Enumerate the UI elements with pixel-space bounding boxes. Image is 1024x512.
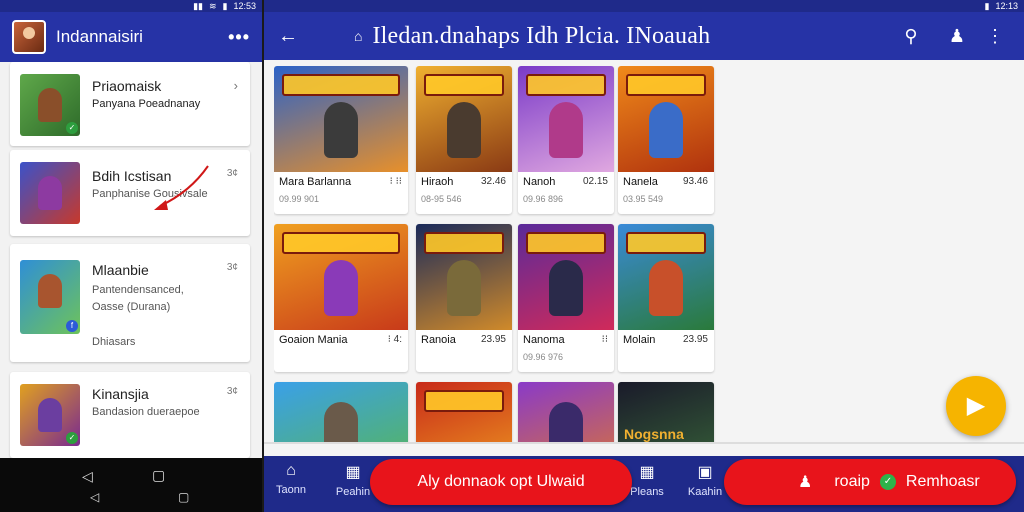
game-title: Nanoh [523, 176, 556, 188]
status-bar-left: ▮▮ ≋ ▮ 12:53 [0, 0, 262, 12]
list-item[interactable]: f Mlaanbie Pantendensanced, Oasse (Duran… [10, 244, 250, 362]
list-item-meta: 3¢ [226, 386, 238, 397]
more-horizontal-icon[interactable]: ••• [228, 27, 250, 48]
game-title: Molain [623, 334, 656, 346]
game-value: 93.46 [682, 176, 708, 187]
game-value: 23.95 [480, 334, 506, 345]
game-card[interactable] [416, 382, 512, 442]
list-item-meta: 3¢ [226, 168, 238, 179]
list-item-extra: Dhiasars [92, 336, 136, 348]
list-item-subtitle: Bandasion dueraepoe [92, 406, 200, 418]
check-badge-icon: ✓ [66, 122, 78, 134]
nav-back-icon[interactable]: ◁ [82, 468, 93, 485]
chevron-right-icon[interactable]: › [234, 78, 238, 93]
signal-icon: ▮▮ [193, 0, 203, 11]
game-card[interactable] [274, 382, 408, 442]
left-pane: ▮▮ ≋ ▮ 12:53 Indannaisiri ••• ✓ Priaomai… [0, 0, 262, 512]
game-value: 23.95 [682, 334, 708, 345]
list-item-subtitle: Panyana Poeadnanay [92, 98, 201, 110]
status-bar-right: ▮ 12:13 [264, 0, 1024, 12]
library-icon: ▣ [697, 464, 713, 481]
game-grid: Mara Barlanna ⁝ ⁝⁝ 09.99 901 Hiraoh 32.4… [274, 66, 724, 442]
left-title: Indannaisiri [56, 27, 143, 46]
check-badge-icon: ✓ [66, 432, 78, 444]
facebook-badge-icon: f [66, 320, 78, 332]
list-item-subtitle: Pantendensanced, Oasse (Durana) [92, 284, 184, 313]
home-icon: ⌂ [286, 462, 296, 479]
back-icon[interactable]: ← [278, 25, 308, 48]
game-thumbnail: ✓ [20, 74, 80, 136]
game-title: Nanela [623, 176, 658, 188]
game-title: Hiraoh [421, 176, 454, 188]
list-item-title: Priaomaisk [92, 78, 162, 94]
page-title: Iledan.dnahaps Idh Plcia. INoauah [372, 22, 711, 49]
game-value: ⁝ 4: [387, 334, 402, 345]
clock-right: 12:13 [995, 1, 1018, 11]
nav-recents-icon[interactable]: ▢ [152, 467, 165, 484]
search-icon[interactable]: ⚲ [888, 26, 934, 47]
action-pill-left[interactable]: Aly donnaok opt Ulwaid [370, 459, 632, 505]
annotation-arrow-icon [154, 165, 209, 210]
game-card[interactable]: Nanoh 02.15 09.96 896 [518, 66, 614, 214]
nav-label: Kaahin [687, 486, 723, 498]
game-card[interactable]: Molain 23.95 [618, 224, 714, 372]
game-value: 02.15 [582, 176, 608, 187]
play-fab-button[interactable]: ▶ [946, 376, 1006, 436]
game-title: Nanoma [523, 334, 565, 346]
divider [264, 442, 1024, 444]
game-value: ⁝ ⁝⁝ [389, 176, 402, 187]
game-card[interactable]: Nanela 93.46 03.95 549 [618, 66, 714, 214]
list-item-title: Kinansjia [92, 386, 149, 402]
system-nav-bar: ◁ ▢ ◁ ▢ [0, 458, 262, 512]
battery-icon: ▮ [222, 0, 228, 11]
lock-icon: ⌂ [354, 28, 363, 44]
pill-label: roaip [834, 473, 870, 490]
list-item[interactable]: ✓ Kinansjia Bandasion dueraepoe 3¢ [10, 372, 250, 458]
game-sub: 08-95 546 [421, 194, 462, 204]
game-card[interactable]: Nanoma ⁝⁝ 09.96 976 [518, 224, 614, 372]
game-card[interactable]: Hiraoh 32.46 08-95 546 [416, 66, 512, 214]
game-art-title: Nogsnna [624, 426, 684, 442]
bell-icon[interactable]: ♟ [934, 26, 980, 47]
game-card[interactable] [518, 382, 614, 442]
game-sub: 09.96 896 [523, 194, 564, 204]
nav-back-small-icon[interactable]: ◁ [90, 490, 99, 504]
nav-library[interactable]: ▣ Kaahin [680, 462, 730, 498]
game-value: ⁝⁝ [601, 334, 608, 345]
user-icon: ♟ [798, 474, 813, 491]
wifi-icon: ≋ [208, 0, 217, 11]
right-pane: ▮ 12:13 ← ⌂ Iledan.dnahaps Idh Plcia. IN… [264, 0, 1024, 512]
game-sub: 03.95 549 [623, 194, 664, 204]
game-title: Goaion Mania [279, 334, 348, 346]
game-value: 32.46 [480, 176, 506, 187]
nav-recents-small-icon[interactable]: ▢ [178, 490, 189, 504]
game-thumbnail [20, 162, 80, 224]
more-vertical-icon[interactable]: ⋮ [980, 26, 1010, 47]
list-item[interactable]: Bdih Icstisan Panphanise Gousivsale 3¢ [10, 150, 250, 236]
game-thumbnail: f [20, 260, 80, 334]
pill-label-2: Remhoasr [905, 473, 980, 490]
game-sub: 09.96 976 [523, 352, 564, 362]
game-title: Mara Barlanna [279, 176, 352, 188]
game-thumbnail: ✓ [20, 384, 80, 446]
battery-icon: ▮ [984, 0, 990, 11]
game-title: Ranoia [421, 334, 456, 346]
game-card[interactable]: Ranoia 23.95 [416, 224, 512, 372]
nav-label: Taonn [276, 484, 306, 496]
game-card[interactable]: Mara Barlanna ⁝ ⁝⁝ 09.99 901 [274, 66, 408, 214]
left-app-bar: Indannaisiri ••• [0, 12, 262, 62]
action-pill-right[interactable]: ♟ roaip ✓ Remhoasr [724, 459, 1016, 505]
list-item-meta: 3¢ [226, 262, 238, 273]
check-icon: ✓ [879, 474, 896, 490]
game-card[interactable]: Nogsnna [618, 382, 714, 442]
list-item[interactable]: ✓ Priaomaisk Panyana Poeadnanay › [10, 62, 250, 146]
clock-left: 12:53 [233, 1, 256, 11]
list-item-title: Mlaanbie [92, 262, 149, 278]
nav-home[interactable]: ⌂ Taonn [266, 462, 316, 496]
game-list: ✓ Priaomaisk Panyana Poeadnanay › Bdih I… [0, 62, 262, 458]
game-card[interactable]: Goaion Mania ⁝ 4: [274, 224, 408, 372]
right-app-bar: ← ⌂ Iledan.dnahaps Idh Plcia. INoauah ⚲ … [264, 12, 1024, 60]
avatar[interactable] [12, 20, 46, 54]
game-sub: 09.99 901 [279, 194, 320, 204]
